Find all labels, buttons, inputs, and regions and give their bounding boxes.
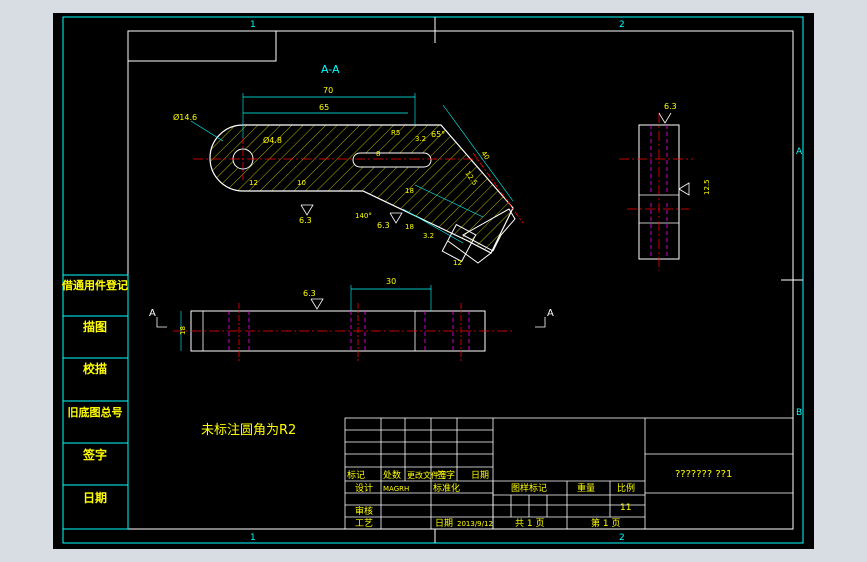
dim-6-3b: 6.3 — [377, 221, 390, 230]
tb-label-date: 日期 — [471, 470, 489, 481]
tb-label-mark: 标记 — [347, 469, 365, 481]
zone-label-bottom-1: 1 — [250, 533, 256, 543]
dim-12-5b: 12.5 — [703, 179, 711, 195]
tb-stage-label: 图样标记 — [511, 482, 547, 494]
left-strip-cell-4: 旧底图总号 — [68, 405, 123, 419]
section-view: 70 65 Ø14.6 Ø4.8 8 R5 12 3.2 65° 40 12.5… — [173, 86, 524, 267]
tb-scale-label: 比例 — [617, 482, 635, 494]
dim-40: 40 — [479, 150, 491, 162]
dim-12b: 12 — [453, 259, 462, 267]
dim-30: 30 — [386, 277, 396, 286]
section-body — [209, 124, 514, 254]
zone-label-top-1: 1 — [250, 20, 256, 30]
dim-140deg: 140° — [355, 212, 372, 220]
dim-6-3a: 6.3 — [299, 216, 312, 225]
zone-label-bottom-2: 2 — [619, 533, 625, 543]
tb-designer-label: 设计 — [355, 482, 373, 494]
dim-d14-6: Ø14.6 — [173, 112, 197, 122]
tb-process-label: 工艺 — [355, 518, 373, 529]
left-strip: 借通用件登记 描图 校描 旧底图总号 签字 日期 — [61, 274, 129, 530]
dim-3-2: 3.2 — [415, 135, 426, 143]
tb-designer-name: MAGRH — [383, 485, 409, 493]
dim-18b: 18 — [405, 223, 414, 231]
left-strip-cell-6: 日期 — [83, 490, 107, 505]
tb-label-count: 处数 — [383, 469, 401, 481]
drawing-canvas: 1 2 1 2 A B 借通用件登记 描图 校描 旧底图总号 签字 日期 A-A… — [61, 16, 804, 544]
dim-6-3d: 6.3 — [664, 102, 677, 111]
dim-65: 65 — [319, 103, 329, 112]
side-view: 6.3 12.5 — [619, 102, 711, 271]
tb-review-label: 审核 — [355, 505, 373, 517]
tb-scale-value: 11 — [620, 503, 631, 513]
tb-total-sheets: 共 1 页 — [515, 518, 544, 529]
dim-8: 8 — [376, 150, 380, 158]
tb-std-label: 标准化 — [433, 482, 460, 494]
tb-drawing-name: ??????? ??1 — [675, 469, 732, 480]
dim-10: 10 — [297, 179, 306, 187]
zone-label-top-2: 2 — [619, 20, 625, 30]
dim-65deg: 65° — [431, 130, 445, 139]
tb-date-label: 日期 — [435, 518, 453, 529]
slot — [352, 152, 432, 168]
general-note: 未标注圆角为R2 — [201, 423, 296, 438]
dim-12: 12 — [249, 179, 258, 187]
tb-sheet-no: 第 1 页 — [591, 517, 620, 529]
dim-18c: 18 — [179, 326, 187, 335]
left-strip-cell-5: 签字 — [82, 447, 107, 462]
tb-date-value: 2013/9/12 — [457, 520, 493, 528]
dim-d4-8: Ø4.8 — [263, 135, 282, 145]
left-strip-cell-2: 描图 — [83, 319, 107, 334]
app-frame: 1 2 1 2 A B 借通用件登记 描图 校描 旧底图总号 签字 日期 A-A… — [0, 0, 867, 562]
code-box — [127, 30, 277, 62]
section-mark-right: A — [547, 308, 554, 319]
dim-6-3c: 6.3 — [303, 289, 316, 298]
section-title: A-A — [321, 63, 340, 76]
tb-weight-label: 重量 — [577, 482, 595, 494]
left-strip-cell-3: 校描 — [83, 361, 107, 376]
sheet-outer-border — [62, 16, 804, 544]
left-strip-cell-1: 借通用件登记 — [61, 278, 128, 292]
cad-viewport[interactable]: 1 2 1 2 A B 借通用件登记 描图 校描 旧底图总号 签字 日期 A-A… — [53, 13, 814, 549]
dim-3-2b: 3.2 — [423, 232, 434, 240]
zone-label-right-b: B — [796, 408, 802, 418]
dim-r5: R5 — [391, 129, 400, 137]
tb-label-sign: 签字 — [437, 469, 455, 481]
dim-70: 70 — [323, 86, 333, 95]
zone-label-right-a: A — [796, 147, 803, 157]
section-mark-left: A — [149, 308, 156, 319]
dim-18a: 18 — [405, 187, 414, 195]
plan-view: 30 6.3 18 A A — [149, 277, 554, 363]
